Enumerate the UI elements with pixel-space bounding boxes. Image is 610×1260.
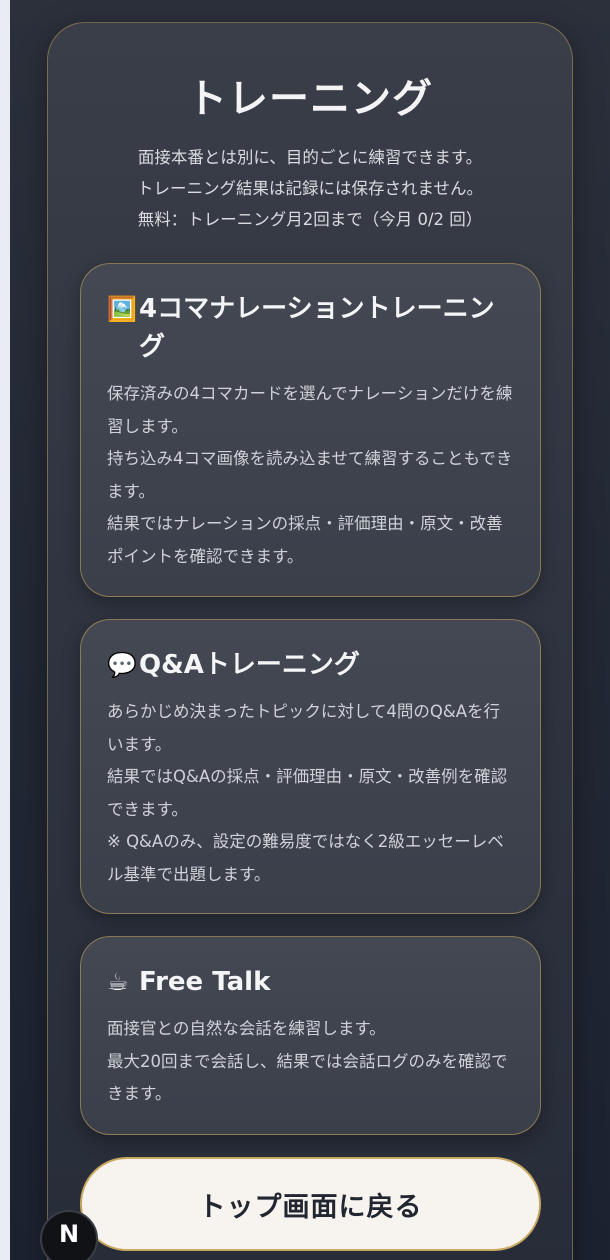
qa-training-card[interactable]: 💬 Q&Aトレーニング あらかじめ決まったトピックに対して4問のQ&Aを行います… <box>80 619 541 914</box>
card-description: あらかじめ決まったトピックに対して4問のQ&Aを行います。 結果ではQ&Aの採点… <box>107 696 516 891</box>
intro-text: 面接本番とは別に、目的ごとに練習できます。 トレーニング結果は記録には保存されま… <box>80 142 540 235</box>
card-description-line: 保存済みの4コマカードを選んでナレーションだけを練習します。 <box>107 384 513 436</box>
card-description: 保存済みの4コマカードを選んでナレーションだけを練習します。 持ち込み4コマ画像… <box>107 378 516 573</box>
speech-bubble-icon: 💬 <box>107 651 137 679</box>
free-quota-line: 無料：トレーニング月2回まで（今月 0/2 回） <box>137 210 483 229</box>
card-description-line: 面接官との自然な会話を練習します。 <box>107 1019 386 1038</box>
card-description-line: 結果ではQ&Aの採点・評価理由・原文・改善例を確認できます。 <box>107 767 508 819</box>
card-description-line: 結果ではナレーションの採点・評価理由・原文・改善ポイントを確認できます。 <box>107 514 503 566</box>
card-title-text: 4コマナレーショントレーニング <box>139 294 495 362</box>
coffee-icon: ☕ <box>107 968 129 996</box>
four-panel-narration-training-card[interactable]: 🖼️ 4コマナレーショントレーニング 保存済みの4コマカードを選んでナレーション… <box>80 263 541 597</box>
n-logo-badge[interactable]: N <box>40 1210 98 1260</box>
back-to-top-button[interactable]: トップ画面に戻る <box>80 1157 541 1251</box>
intro-line: 面接本番とは別に、目的ごとに練習できます。 <box>137 148 483 167</box>
intro-line: トレーニング結果は記録には保存されません。 <box>136 179 483 198</box>
left-edge-strip <box>0 0 10 1260</box>
card-title-text: Q&Aトレーニング <box>139 650 360 680</box>
card-title: 💬 Q&Aトレーニング <box>107 646 516 684</box>
card-description-line: あらかじめ決まったトピックに対して4問のQ&Aを行います。 <box>107 702 500 754</box>
card-description-line: 持ち込み4コマ画像を読み込ませて練習することもできます。 <box>107 449 513 501</box>
card-title: 🖼️ 4コマナレーショントレーニング <box>107 290 516 366</box>
card-description-line: 最大20回まで会話し、結果では会話ログのみを確認できます。 <box>107 1051 508 1104</box>
free-talk-card[interactable]: ☕ Free Talk 面接官との自然な会話を練習します。 最大20回まで会話し… <box>80 936 541 1135</box>
card-title-text: Free Talk <box>139 967 271 997</box>
framed-picture-icon: 🖼️ <box>107 295 137 323</box>
card-description-line: ※ Q&Aのみ、設定の難易度ではなく2級エッセーレベル基準で出題します。 <box>107 832 504 884</box>
page-title: トレーニング <box>187 76 433 122</box>
card-title: ☕ Free Talk <box>107 963 516 1001</box>
card-description: 面接官との自然な会話を練習します。 最大20回まで会話し、結果では会話ログのみを… <box>107 1013 516 1111</box>
